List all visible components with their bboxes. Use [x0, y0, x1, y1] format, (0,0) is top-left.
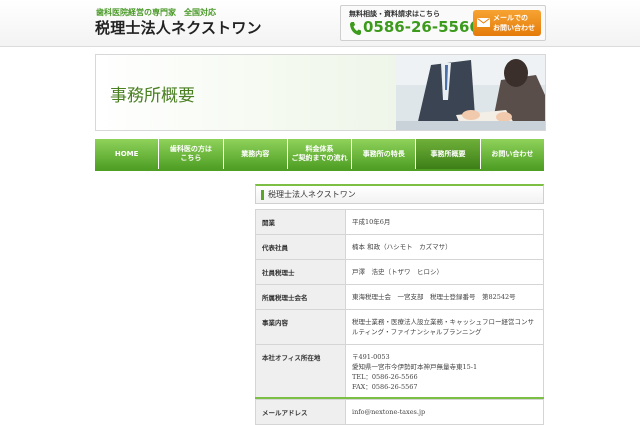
- nav-item-5[interactable]: 事務所概要: [416, 139, 481, 169]
- mail-button-line-1: メールでの: [493, 14, 528, 22]
- row-value: 平成10年6月: [345, 209, 544, 235]
- mail-contact-button[interactable]: メールでの お問い合わせ: [473, 10, 541, 36]
- row-value-line: 戸澤 浩史（トザワ ヒロシ）: [352, 268, 443, 276]
- row-value-line: 平成10年6月: [352, 218, 391, 226]
- company-profile-section: 税理士法人ネクストワン 開業 平成10年6月 代表社員 楠本 和政（ハシモト カズマサ…: [255, 184, 544, 425]
- site-logo-text[interactable]: 税理士法人ネクストワン: [95, 17, 262, 38]
- table-row: メールアドレス info@nextone-taxes.jp: [255, 399, 544, 425]
- row-value: 楠本 和政（ハシモト カズマサ）: [345, 234, 544, 260]
- section-title: 税理士法人ネクストワン: [268, 190, 356, 199]
- page-title: 事務所概要: [110, 86, 195, 106]
- row-value: 税理士業務・医療法人設立業務・キャッシュフロー経営コンサルティング・ファイナンシ…: [345, 309, 544, 345]
- envelope-icon: [477, 18, 490, 27]
- section-marker: [261, 190, 264, 200]
- contact-box: 無料相談・資料請求はこちら 0586-26-5566 メールでの お問い合わせ: [340, 5, 546, 41]
- row-value-line: 愛知県一宮市今伊勢町本神戸無量寺東15-1: [352, 363, 478, 371]
- row-value: 東海税理士会 一宮支部 税理士登録番号 第82542号: [345, 284, 544, 310]
- table-row: 社員税理士 戸澤 浩史（トザワ ヒロシ）: [255, 259, 544, 285]
- nav-item-0[interactable]: HOME: [95, 139, 160, 169]
- row-value-line: 楠本 和政（ハシモト カズマサ）: [352, 243, 452, 251]
- nav-item-6[interactable]: お問い合わせ: [480, 139, 544, 169]
- nav-item-2[interactable]: 業務内容: [223, 139, 288, 169]
- nav-item-1[interactable]: 歯科医の方は こちら: [159, 139, 224, 169]
- row-label: 社員税理士: [255, 259, 346, 285]
- row-value-line: 東海税理士会 一宮支部 税理士登録番号 第82542号: [352, 293, 516, 301]
- mail-button-label: メールでの お問い合わせ: [493, 13, 535, 33]
- business-meeting-photo: [396, 55, 545, 130]
- mail-button-line-2: お問い合わせ: [493, 24, 535, 32]
- global-nav: HOME 歯科医の方は こちら 業務内容 料金体系 ご契約までの流れ 事務所の特長 事務所…: [95, 139, 544, 169]
- page-hero-banner: 事務所概要: [95, 54, 546, 131]
- row-value-line: info@nextone-taxes.jp: [352, 408, 426, 416]
- section-bottom-rule: [255, 397, 544, 399]
- nav-item-3[interactable]: 料金体系 ご契約までの流れ: [287, 139, 353, 169]
- table-row: 開業 平成10年6月: [255, 209, 544, 235]
- phone-icon: [350, 22, 361, 35]
- row-label: メールアドレス: [255, 399, 346, 425]
- company-info-table: 開業 平成10年6月 代表社員 楠本 和政（ハシモト カズマサ） 社員税理士 戸澤 浩史（…: [255, 209, 544, 425]
- table-row: 事業内容 税理士業務・医療法人設立業務・キャッシュフロー経営コンサルティング・ファ…: [255, 309, 544, 345]
- table-row: 代表社員 楠本 和政（ハシモト カズマサ）: [255, 234, 544, 260]
- row-value: 戸澤 浩史（トザワ ヒロシ）: [345, 259, 544, 285]
- row-label: 代表社員: [255, 234, 346, 260]
- section-header: 税理士法人ネクストワン: [255, 184, 544, 204]
- row-label: 所属税理士会名: [255, 284, 346, 310]
- row-value: info@nextone-taxes.jp: [345, 399, 544, 425]
- site-header: 歯科医院経営の専門家 全国対応 税理士法人ネクストワン 無料相談・資料請求はこち…: [0, 0, 640, 47]
- nav-underline: [95, 169, 544, 171]
- row-label: 開業: [255, 209, 346, 235]
- row-label: 事業内容: [255, 309, 346, 345]
- row-label: 本社オフィス所在地: [255, 344, 346, 400]
- nav-item-4[interactable]: 事務所の特長: [352, 139, 417, 169]
- table-row: 所属税理士会名 東海税理士会 一宮支部 税理士登録番号 第82542号: [255, 284, 544, 310]
- phone-number[interactable]: 0586-26-5566: [363, 18, 480, 36]
- row-value: 〒491-0053 愛知県一宮市今伊勢町本神戸無量寺東15-1 TEL：0586-2…: [345, 344, 544, 400]
- row-value-line: TEL：0586-26-5566: [352, 373, 418, 381]
- row-value-line: 〒491-0053: [352, 353, 390, 361]
- row-value-line: FAX：0586-26-5567: [352, 383, 418, 391]
- table-row: 本社オフィス所在地 〒491-0053 愛知県一宮市今伊勢町本神戸無量寺東15-1 T…: [255, 344, 544, 400]
- row-value-line: 税理士業務・医療法人設立業務・キャッシュフロー経営コンサルティング・ファイナンシ…: [352, 318, 534, 336]
